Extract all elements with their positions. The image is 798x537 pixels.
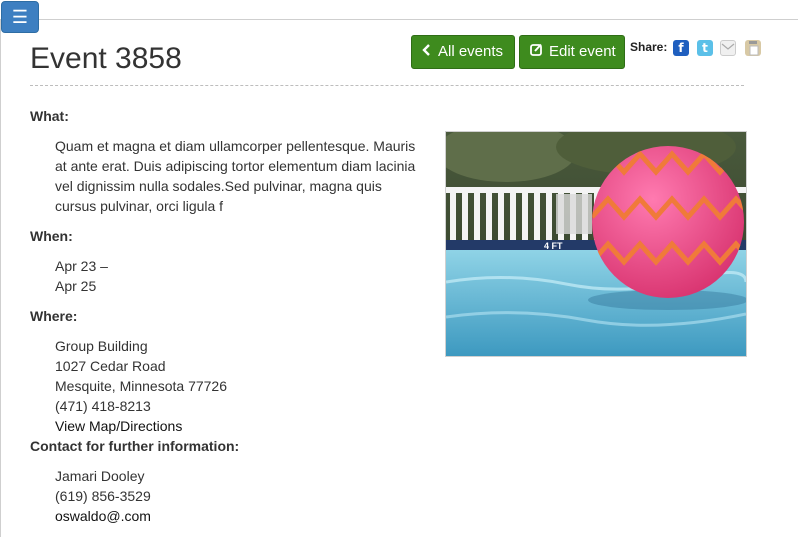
header-divider: [30, 85, 744, 86]
page-title: Event 3858: [30, 42, 182, 75]
where-label: Where:: [30, 308, 78, 324]
event-description: Quam et magna et diam ullamcorper pellen…: [55, 138, 416, 214]
facebook-icon[interactable]: f: [673, 40, 689, 56]
chevron-left-icon: [422, 36, 432, 68]
edit-icon: [530, 36, 543, 68]
start-date: Apr 23 –: [55, 258, 108, 274]
what-label: What:: [30, 108, 69, 124]
pool-depth-sign: 4 FT: [544, 241, 563, 251]
map-directions-link[interactable]: View Map/Directions: [55, 416, 227, 436]
clipboard-icon[interactable]: [745, 40, 761, 56]
left-border: [0, 20, 1, 537]
contact-info: Jamari Dooley (619) 856-3529 oswaldo@.co…: [55, 466, 151, 526]
street-address: 1027 Cedar Road: [55, 358, 166, 374]
all-events-label: All events: [438, 43, 504, 60]
share-label: Share:: [630, 40, 668, 54]
event-dates: Apr 23 – Apr 25: [55, 256, 108, 296]
contact-email-link[interactable]: oswaldo@.com: [55, 506, 151, 526]
contact-label: Contact for further information:: [30, 438, 240, 454]
twitter-icon[interactable]: t: [697, 40, 713, 56]
edit-event-button[interactable]: Edit event: [519, 35, 625, 69]
when-label: When:: [30, 228, 73, 244]
top-border: [0, 19, 798, 20]
all-events-button[interactable]: All events: [411, 35, 515, 69]
city-state-zip: Mesquite, Minnesota 77726: [55, 378, 227, 394]
venue-name: Group Building: [55, 338, 148, 354]
edit-event-label: Edit event: [549, 43, 616, 60]
contact-name: Jamari Dooley: [55, 468, 145, 484]
event-photo: 4 FT: [445, 131, 747, 357]
contact-phone: (619) 856-3529: [55, 488, 151, 504]
hamburger-icon: ☰: [11, 7, 29, 27]
end-date: Apr 25: [55, 278, 97, 294]
event-location: Group Building 1027 Cedar Road Mesquite,…: [55, 336, 227, 436]
email-icon[interactable]: [720, 40, 736, 56]
venue-phone: (471) 418-8213: [55, 398, 151, 414]
menu-toggle-button[interactable]: ☰: [1, 1, 39, 33]
